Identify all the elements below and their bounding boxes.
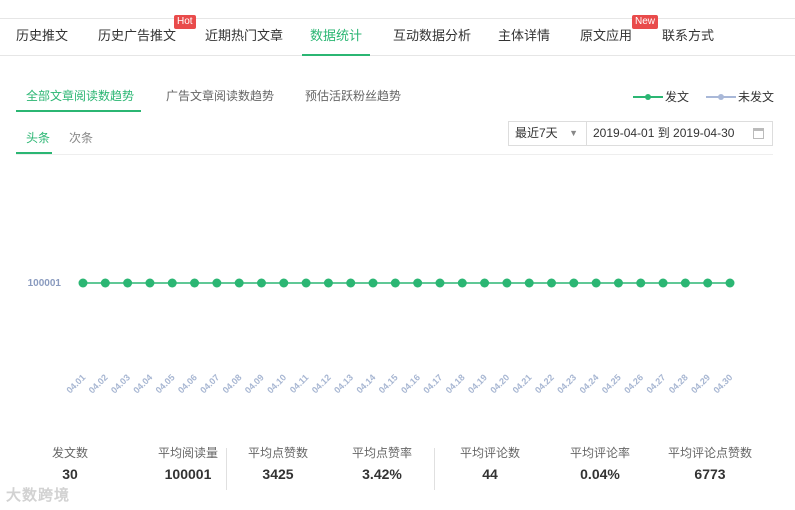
- data-point[interactable]: [256, 278, 266, 288]
- x-tick-label: 04.30: [711, 372, 734, 395]
- x-tick-label: 04.25: [600, 372, 623, 395]
- stat-avg-comment-likes: 平均评论点赞数 6773: [668, 446, 753, 482]
- data-point[interactable]: [145, 278, 155, 288]
- data-point[interactable]: [323, 278, 333, 288]
- data-point[interactable]: [190, 278, 200, 288]
- x-tick-label: 04.22: [533, 372, 556, 395]
- nav-tab-recent-hot-articles[interactable]: 近期热门文章: [205, 19, 283, 56]
- x-tick-label: 04.28: [667, 372, 690, 395]
- x-tick-label: 04.01: [64, 372, 87, 395]
- nav-tab-data-stats[interactable]: 数据统计: [302, 19, 371, 56]
- data-point[interactable]: [346, 278, 356, 288]
- stat-avg-comments: 平均评论数 44: [459, 446, 520, 482]
- x-tick-label: 04.19: [466, 372, 489, 395]
- data-point[interactable]: [658, 278, 668, 288]
- stat-avg-like-rate: 平均点赞率 3.42%: [351, 446, 412, 482]
- nav-tab-contact[interactable]: 联系方式: [662, 19, 714, 56]
- x-tick-label: 04.12: [310, 372, 333, 395]
- legend-posted[interactable]: 发文: [633, 88, 689, 105]
- x-tick-label: 04.04: [131, 372, 154, 395]
- x-tick-label: 04.16: [399, 372, 422, 395]
- data-point[interactable]: [502, 278, 512, 288]
- data-point[interactable]: [725, 278, 735, 288]
- range-select[interactable]: 最近7天 ▼: [508, 121, 587, 146]
- summary-stats: 发文数 30 平均阅读量 100001 平均点赞数 3425 平均点赞率 3.4…: [0, 444, 795, 510]
- x-tick-label: 04.18: [444, 372, 467, 395]
- channel-tab-secondary[interactable]: 次条: [69, 128, 93, 154]
- nav-tab-history-posts[interactable]: 历史推文: [16, 19, 68, 56]
- legend-not-posted[interactable]: 未发文: [706, 88, 774, 105]
- data-point[interactable]: [100, 278, 110, 288]
- subtab-active-fans-estimate[interactable]: 预估活跃粉丝趋势: [305, 86, 401, 112]
- nav-tab-interaction-analysis[interactable]: 互动数据分析: [393, 19, 471, 56]
- x-tick-label: 04.26: [622, 372, 645, 395]
- x-tick-label: 04.15: [377, 372, 400, 395]
- data-point[interactable]: [680, 278, 690, 288]
- calendar-icon: [753, 128, 764, 139]
- data-point[interactable]: [591, 278, 601, 288]
- data-point[interactable]: [234, 278, 244, 288]
- data-point[interactable]: [212, 278, 222, 288]
- subtab-ad-articles-reads[interactable]: 广告文章阅读数趋势: [166, 86, 274, 112]
- data-point[interactable]: [413, 278, 423, 288]
- x-tick-label: 04.10: [265, 372, 288, 395]
- x-tick-label: 04.13: [332, 372, 355, 395]
- new-badge: New: [632, 15, 659, 29]
- reads-trend-chart: 100001 04.01 04.02 04.03 04.04 04.05 04.06 04.…: [28, 278, 735, 395]
- legend-not-posted-marker: [706, 93, 736, 100]
- data-point[interactable]: [301, 278, 311, 288]
- x-tick-label: 04.17: [421, 372, 444, 395]
- x-tick-label: 04.06: [176, 372, 199, 395]
- data-point[interactable]: [457, 278, 467, 288]
- stat-avg-comment-rate: 平均评论率 0.04%: [569, 446, 630, 482]
- data-point[interactable]: [390, 278, 400, 288]
- data-point[interactable]: [123, 278, 133, 288]
- nav-tab-history-ad-posts[interactable]: 历史广告推文 Hot: [98, 15, 196, 56]
- x-tick-label: 04.24: [578, 372, 601, 395]
- caret-down-icon: ▼: [569, 128, 578, 138]
- x-tick-label: 04.05: [154, 372, 177, 395]
- data-point[interactable]: [279, 278, 289, 288]
- x-tick-label: 04.23: [555, 372, 578, 395]
- x-tick-label: 04.09: [243, 372, 266, 395]
- date-range-picker[interactable]: 2019-04-01 到 2019-04-30: [586, 121, 773, 146]
- data-point[interactable]: [368, 278, 378, 288]
- data-point[interactable]: [480, 278, 490, 288]
- stat-avg-likes: 平均点赞数 3425: [247, 446, 308, 482]
- data-point[interactable]: [435, 278, 445, 288]
- x-tick-label: 04.14: [354, 372, 377, 395]
- stat-post-count: 发文数 30: [51, 446, 88, 482]
- data-point[interactable]: [78, 278, 88, 288]
- data-point[interactable]: [524, 278, 534, 288]
- stats-divider: [226, 448, 227, 490]
- top-nav: 历史推文 历史广告推文 Hot 近期热门文章 数据统计 互动数据分析 主体详情 原…: [0, 15, 795, 56]
- watermark-logo: 大数跨境: [6, 487, 71, 504]
- hot-badge: Hot: [174, 15, 196, 29]
- data-point[interactable]: [547, 278, 557, 288]
- y-tick-label: 100001: [28, 278, 62, 289]
- stat-avg-reads: 平均阅读量 100001: [157, 446, 218, 482]
- x-tick-label: 04.02: [87, 372, 110, 395]
- subtab-all-articles-reads[interactable]: 全部文章阅读数趋势: [16, 86, 141, 112]
- data-point[interactable]: [167, 278, 177, 288]
- data-point[interactable]: [569, 278, 579, 288]
- data-point[interactable]: [703, 278, 713, 288]
- data-point[interactable]: [613, 278, 623, 288]
- x-tick-label: 04.03: [109, 372, 132, 395]
- nav-tab-original-apps[interactable]: 原文应用 New: [580, 15, 659, 56]
- x-tick-label: 04.07: [198, 372, 221, 395]
- channel-tab-headline[interactable]: 头条: [16, 128, 52, 154]
- legend-posted-marker: [633, 93, 663, 100]
- x-tick-label: 04.11: [288, 372, 311, 395]
- x-tick-label: 04.20: [488, 372, 511, 395]
- x-tick-label: 04.27: [644, 372, 667, 395]
- stats-divider: [434, 448, 435, 490]
- x-tick-label: 04.21: [511, 372, 534, 395]
- x-tick-label: 04.29: [689, 372, 712, 395]
- nav-tab-entity-details[interactable]: 主体详情: [498, 19, 550, 56]
- data-point[interactable]: [636, 278, 646, 288]
- x-tick-label: 04.08: [221, 372, 244, 395]
